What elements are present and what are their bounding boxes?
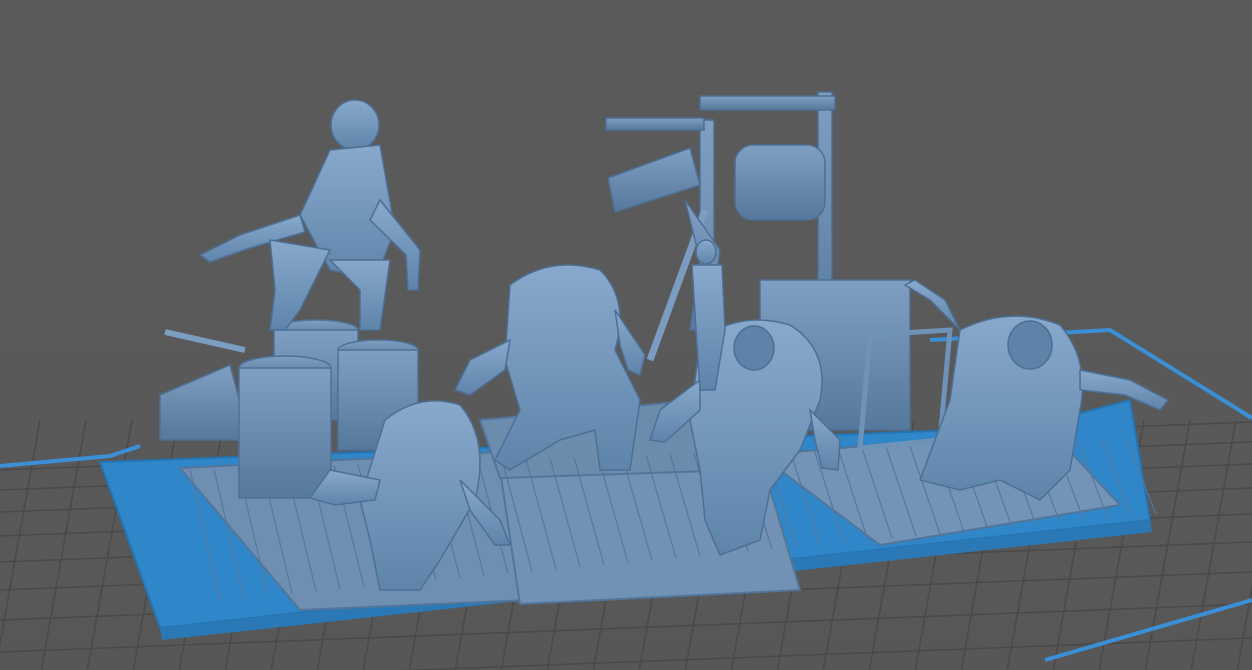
hunched-ghoul-middle[interactable]: [453, 264, 646, 471]
grid-column-line: [1236, 583, 1252, 670]
ghoul-figure-on-barrels[interactable]: [198, 99, 421, 331]
scene-canvas[interactable]: [0, 0, 1252, 670]
3d-viewport[interactable]: [0, 0, 1252, 670]
grid-column-line: [0, 419, 41, 649]
